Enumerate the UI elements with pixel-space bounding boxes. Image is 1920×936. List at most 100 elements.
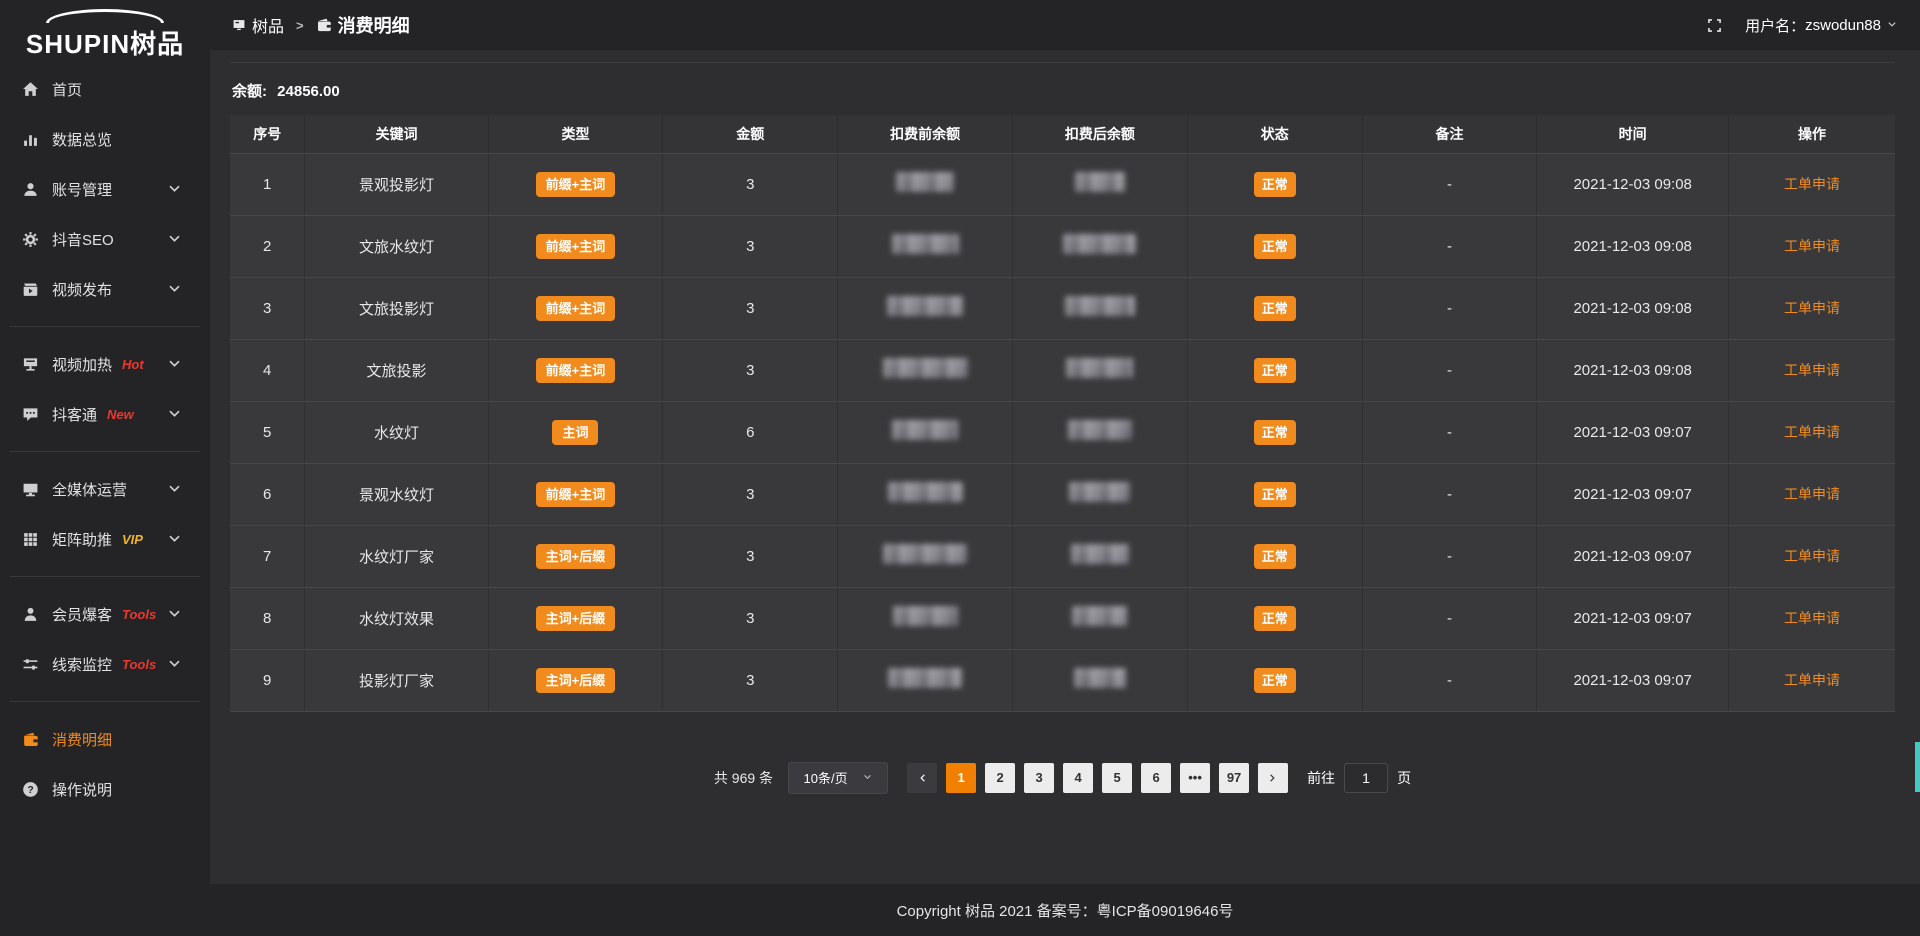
cell-status: 正常: [1187, 339, 1362, 401]
sidebar-item-account-management[interactable]: 账号管理: [0, 164, 210, 214]
page-size-select[interactable]: 10条/页: [788, 762, 888, 794]
sidebar-item-label: 抖音SEO: [52, 229, 114, 250]
cell-status: 正常: [1187, 401, 1362, 463]
work-order-link[interactable]: 工单申请: [1784, 672, 1840, 688]
prev-page-button[interactable]: [907, 763, 937, 793]
sidebar-item-data-overview[interactable]: 数据总览: [0, 114, 210, 164]
page-button-4[interactable]: 4: [1063, 763, 1093, 793]
page-button-6[interactable]: 6: [1141, 763, 1171, 793]
masked-balance-blur: [892, 420, 958, 440]
page-button-1[interactable]: 1: [946, 763, 976, 793]
masked-balance-blur: [892, 234, 959, 254]
cell-type: 前缀+主词: [488, 277, 663, 339]
sidebar-item-video-publish[interactable]: 视频发布: [0, 264, 210, 314]
status-badge: 正常: [1254, 358, 1296, 383]
chevron-down-icon: [166, 481, 183, 498]
sidebar-item-operation-guide[interactable]: ?操作说明: [0, 764, 210, 814]
person-icon: [22, 606, 39, 623]
sidebar-item-label: 矩阵助推: [52, 529, 112, 550]
user-icon: [22, 181, 39, 198]
sidebar-item-home[interactable]: 首页: [0, 64, 210, 114]
work-order-link[interactable]: 工单申请: [1784, 486, 1840, 502]
status-badge: 正常: [1254, 668, 1296, 693]
cell-post-balance-masked: [1013, 401, 1188, 463]
sidebar-item-member-baoke[interactable]: 会员爆客 Tools: [0, 589, 210, 639]
monitor-icon: [22, 481, 39, 498]
masked-balance-blur: [1072, 606, 1127, 626]
cell-post-balance-masked: [1013, 525, 1188, 587]
gear-icon: [22, 231, 39, 248]
cell-type: 前缀+主词: [488, 153, 663, 215]
scrollbar-thumb[interactable]: [1915, 742, 1920, 792]
page-button-97[interactable]: 97: [1219, 763, 1249, 793]
work-order-link[interactable]: 工单申请: [1784, 238, 1840, 254]
type-tag: 前缀+主词: [536, 482, 616, 507]
cell-remark: -: [1362, 215, 1537, 277]
cell-pre-balance-masked: [838, 215, 1013, 277]
work-order-link[interactable]: 工单申请: [1784, 300, 1840, 316]
work-order-link[interactable]: 工单申请: [1784, 362, 1840, 378]
cell-amount: 3: [663, 587, 838, 649]
fullscreen-icon[interactable]: [1706, 17, 1723, 34]
cell-status: 正常: [1187, 649, 1362, 711]
cell-amount: 3: [663, 215, 838, 277]
page-button-3[interactable]: 3: [1024, 763, 1054, 793]
chevron-left-icon: [916, 772, 928, 784]
goto-page-input[interactable]: [1344, 763, 1388, 793]
work-order-link[interactable]: 工单申请: [1784, 548, 1840, 564]
ellipsis-pages-button[interactable]: •••: [1180, 763, 1210, 793]
sidebar-item-clue-monitor[interactable]: 线索监控Tools: [0, 639, 210, 689]
sidebar-item-label: 视频加热: [52, 354, 112, 375]
sidebar-item-douyin-seo[interactable]: 抖音SEO: [0, 214, 210, 264]
cell-keyword: 投影灯厂家: [305, 649, 488, 711]
grid-icon: [22, 531, 39, 548]
user-menu[interactable]: 用户名： zswodun88: [1745, 15, 1898, 36]
top-header-bar: 树品 > 消费明细 用户名： zswodun88: [210, 0, 1920, 50]
next-page-button[interactable]: [1258, 763, 1288, 793]
chat-icon: [22, 406, 39, 423]
topbar-right: 用户名： zswodun88: [1706, 15, 1898, 36]
sidebar-item-media-operation[interactable]: 全媒体运营: [0, 464, 210, 514]
sidebar-menu: 首页数据总览账号管理抖音SEO视频发布视频加热Hot抖客通New全媒体运营矩阵助…: [0, 64, 210, 936]
cell-action: 工单申请: [1728, 215, 1895, 277]
content-spacer: [230, 794, 1895, 885]
sidebar-item-badge: Tools: [122, 607, 156, 622]
breadcrumb: 树品 > 消费明细: [232, 12, 410, 38]
cell-keyword: 水纹灯效果: [305, 587, 488, 649]
cell-index: 1: [230, 153, 305, 215]
page-button-group: 123456 ••• 97: [946, 763, 1249, 793]
chevron-down-icon: [166, 606, 183, 623]
sidebar-item-badge: Hot: [122, 357, 144, 372]
page-button-2[interactable]: 2: [985, 763, 1015, 793]
goto-label: 前往: [1307, 768, 1335, 788]
cell-index: 3: [230, 277, 305, 339]
cell-action: 工单申请: [1728, 401, 1895, 463]
work-order-link[interactable]: 工单申请: [1784, 610, 1840, 626]
work-order-link[interactable]: 工单申请: [1784, 176, 1840, 192]
column-header: 操作: [1728, 115, 1895, 153]
balance-label: 余额:: [232, 83, 267, 100]
cell-action: 工单申请: [1728, 525, 1895, 587]
footer: Copyright 树品 2021 备案号：粤ICP备09019646号: [210, 884, 1920, 936]
sidebar-item-douketong[interactable]: 抖客通New: [0, 389, 210, 439]
cell-action: 工单申请: [1728, 339, 1895, 401]
chevron-down-icon: [166, 656, 183, 673]
cell-status: 正常: [1187, 463, 1362, 525]
cell-keyword: 文旅水纹灯: [305, 215, 488, 277]
masked-balance-blur: [1065, 296, 1135, 316]
breadcrumb-root[interactable]: 树品: [252, 13, 284, 37]
balance-display: 余额: 24856.00: [232, 80, 1895, 101]
cell-remark: -: [1362, 277, 1537, 339]
column-header: 序号: [230, 115, 305, 153]
sidebar-item-label: 会员爆客: [52, 604, 112, 625]
page-button-5[interactable]: 5: [1102, 763, 1132, 793]
sidebar-item-video-heat[interactable]: 视频加热 Hot: [0, 339, 210, 389]
sidebar-item-matrix-boost[interactable]: 矩阵助推VIP: [0, 514, 210, 564]
cell-post-balance-masked: [1013, 277, 1188, 339]
sidebar-item-consume-detail[interactable]: 消费明细: [0, 714, 210, 764]
cell-type: 前缀+主词: [488, 463, 663, 525]
cell-action: 工单申请: [1728, 649, 1895, 711]
status-badge: 正常: [1254, 482, 1296, 507]
goto-suffix: 页: [1397, 768, 1411, 788]
work-order-link[interactable]: 工单申请: [1784, 424, 1840, 440]
